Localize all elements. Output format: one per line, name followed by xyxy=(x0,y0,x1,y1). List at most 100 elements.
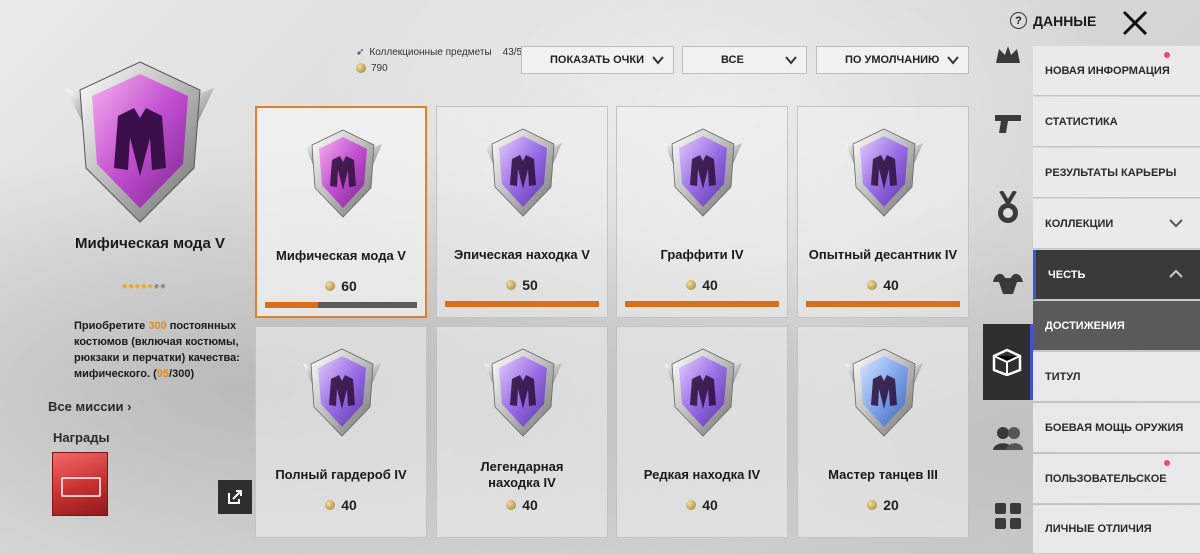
coin-icon xyxy=(506,500,517,510)
achievement-name: Эпическая находка V xyxy=(454,247,590,262)
points-value: 40 xyxy=(341,497,357,513)
coin-count: 790 xyxy=(371,62,388,74)
progress-fill xyxy=(806,301,960,307)
mythic-jacket-badge-icon xyxy=(66,61,214,223)
points-value: 40 xyxy=(522,497,538,513)
points-value: 20 xyxy=(883,497,899,513)
coin-icon xyxy=(686,280,697,290)
menu-item-personal-distinctions[interactable]: ЛИЧНЫЕ ОТЛИЧИЯ xyxy=(1033,505,1200,554)
chevron-down-icon xyxy=(652,56,664,65)
achievement-points: 40 xyxy=(798,277,968,293)
chevron-down-icon xyxy=(947,56,959,65)
menu-item-title[interactable]: ТИТУЛ xyxy=(1033,352,1200,402)
progress-bar xyxy=(445,301,599,307)
collectibles-icon: ➶ xyxy=(356,46,365,58)
achievement-points: 60 xyxy=(257,278,425,294)
parachute-icon xyxy=(845,128,923,217)
reward-item[interactable] xyxy=(52,452,108,516)
achievement-points: 50 xyxy=(437,277,607,293)
achievement-name: Редкая находка IV xyxy=(643,467,761,482)
collectibles-label: Коллекционные предметы xyxy=(369,46,492,58)
progress-fill xyxy=(265,302,319,308)
achievement-name: Мифическая мода V xyxy=(276,248,406,263)
chevron-down-icon xyxy=(1169,219,1183,228)
grid-icon[interactable] xyxy=(983,478,1033,554)
coin-icon xyxy=(686,500,697,510)
achievement-card[interactable]: Легендарная находка IV 40 xyxy=(436,326,608,538)
reward-box-icon xyxy=(61,477,101,497)
filter-all-dropdown[interactable]: ВСЕ xyxy=(682,46,807,74)
muscle-icon[interactable] xyxy=(983,244,1033,320)
points-value: 40 xyxy=(702,277,718,293)
progress-bar xyxy=(806,301,960,307)
data-link[interactable]: ? ДАННЫЕ xyxy=(1010,12,1096,29)
coin-icon xyxy=(506,280,517,290)
coat-icon xyxy=(484,128,562,217)
achievement-card[interactable]: Граффити IV 40 xyxy=(616,106,788,318)
points-value: 50 xyxy=(522,277,538,293)
claw-icon xyxy=(664,128,742,217)
coin-icon xyxy=(325,500,336,510)
notification-dot xyxy=(1164,460,1170,466)
show-points-label: ПОКАЗАТЬ ОЧКИ xyxy=(550,54,644,66)
progress-bar xyxy=(625,301,779,307)
menu-item-honor[interactable]: ЧЕСТЬ xyxy=(1033,250,1200,300)
menu-item-custom[interactable]: ПОЛЬЗОВАТЕЛЬСКОЕ xyxy=(1033,454,1200,504)
share-arrow-icon xyxy=(228,490,242,504)
achievement-points: 40 xyxy=(437,497,607,513)
menu-item-weapon-power[interactable]: БОЕВАЯ МОЩЬ ОРУЖИЯ xyxy=(1033,403,1200,453)
achievement-card[interactable]: Мастер танцев III 20 xyxy=(797,326,969,538)
achievement-name: Полный гардероб IV xyxy=(275,467,407,482)
progress-bar xyxy=(265,302,417,308)
achievement-card[interactable]: Эпическая находка V 50 xyxy=(436,106,608,318)
achievement-card[interactable]: Опытный десантник IV 40 xyxy=(797,106,969,318)
achievement-name: Опытный десантник IV xyxy=(808,247,958,262)
show-points-dropdown[interactable]: ПОКАЗАТЬ ОЧКИ xyxy=(521,46,674,74)
data-label: ДАННЫЕ xyxy=(1033,12,1097,29)
menu-item-achievements[interactable]: ДОСТИЖЕНИЯ xyxy=(1033,301,1200,351)
menu-item-career-results[interactable]: РЕЗУЛЬТАТЫ КАРЬЕРЫ xyxy=(1033,148,1200,198)
friends-icon[interactable] xyxy=(983,400,1033,476)
coin-icon xyxy=(867,500,878,510)
category-icon-bar xyxy=(983,30,1033,554)
achievement-name: Мастер танцев III xyxy=(828,467,938,482)
achievement-detail-panel: Мифическая мода V ◆◆◆◆◆◆◆ Приобретите 30… xyxy=(0,0,255,554)
medal-icon[interactable] xyxy=(983,170,1033,246)
sort-dropdown[interactable]: ПО УМОЛЧАНИЮ xyxy=(816,46,969,74)
achievement-points: 40 xyxy=(617,497,787,513)
achievement-points: 40 xyxy=(256,497,426,513)
wardrobe-icon xyxy=(303,348,381,437)
sort-label: ПО УМОЛЧАНИЮ xyxy=(845,54,940,66)
achievement-card[interactable]: Редкая находка IV 40 xyxy=(616,326,788,538)
share-button[interactable] xyxy=(218,480,252,514)
jacket-icon xyxy=(304,129,382,218)
progress-fill xyxy=(445,301,599,307)
question-circle-icon: ? xyxy=(1010,12,1027,29)
achievement-card[interactable]: Полный гардероб IV 40 xyxy=(255,326,427,538)
chevron-right-icon: › xyxy=(127,399,132,414)
dancer-icon xyxy=(845,348,923,437)
menu-item-news[interactable]: НОВАЯ ИНФОРМАЦИЯ xyxy=(1033,46,1200,96)
achievement-points: 40 xyxy=(617,277,787,293)
pistol-icon[interactable] xyxy=(983,86,1033,162)
achievement-name: Граффити IV xyxy=(660,247,744,262)
legendary-jacket-icon xyxy=(484,348,562,437)
coin-icon xyxy=(867,280,878,290)
crown-icon[interactable] xyxy=(983,30,1033,80)
achievement-name: Легендарная находка IV xyxy=(480,459,564,490)
rewards-label: Награды xyxy=(53,430,110,445)
menu-item-collections[interactable]: КОЛЛЕКЦИИ xyxy=(1033,199,1200,249)
chevron-up-icon xyxy=(1169,269,1183,278)
filter-all-label: ВСЕ xyxy=(721,54,744,66)
points-value: 40 xyxy=(702,497,718,513)
menu-item-statistics[interactable]: СТАТИСТИКА xyxy=(1033,97,1200,147)
close-x-icon[interactable] xyxy=(1120,8,1150,38)
points-value: 40 xyxy=(883,277,899,293)
achievement-points: 20 xyxy=(798,497,968,513)
collection-info: ➶ Коллекционные предметы 43/59 790 xyxy=(356,44,528,76)
achievement-card[interactable]: Мифическая мода V 60 xyxy=(255,106,427,318)
coin-icon xyxy=(356,63,366,73)
collection-box-icon[interactable] xyxy=(983,324,1033,400)
progress-fill xyxy=(625,301,779,307)
all-missions-link[interactable]: Все миссии › xyxy=(48,399,131,414)
